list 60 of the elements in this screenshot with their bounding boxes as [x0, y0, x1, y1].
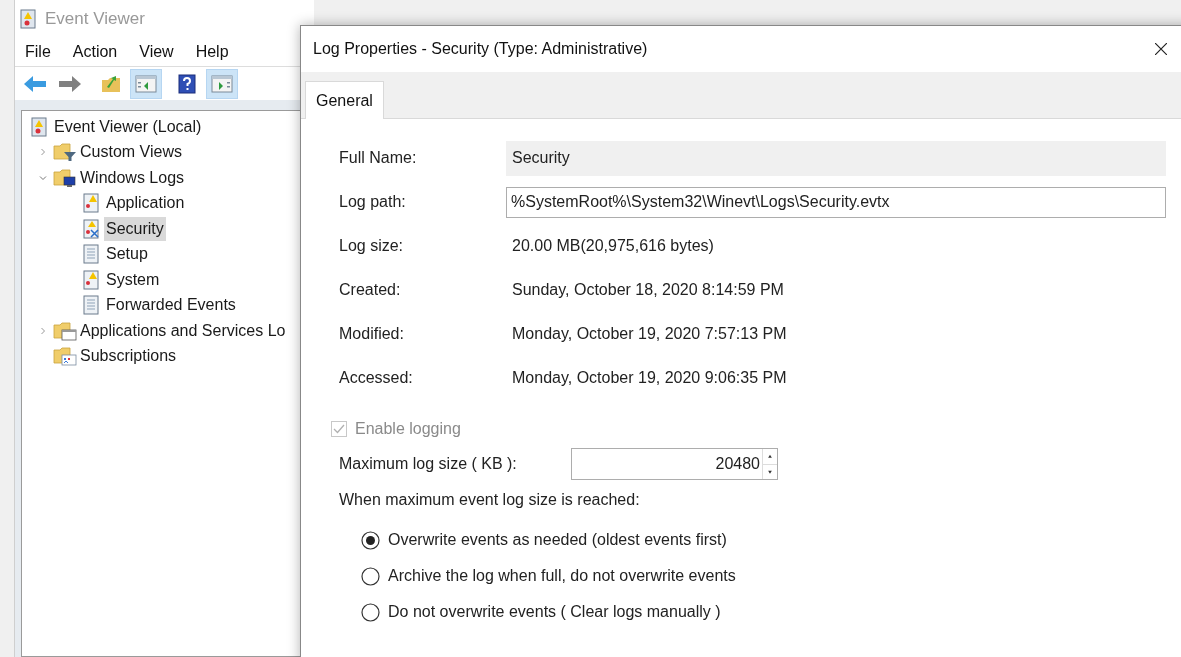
log-book-icon [30, 116, 48, 137]
pane-left-icon [135, 74, 157, 93]
log-key-icon [82, 218, 100, 239]
field-label: Log path: [339, 192, 407, 212]
tab[interactable]: General [305, 81, 384, 119]
forward-arrow-icon [59, 75, 81, 92]
tree-item[interactable]: Setup [104, 242, 150, 267]
menu-item[interactable]: Help [195, 40, 229, 64]
folder-filter-icon [53, 142, 77, 163]
help-icon [178, 73, 196, 94]
log-warning-icon [82, 269, 100, 290]
tree-item[interactable]: System [104, 267, 162, 292]
folder-monitor-icon [53, 167, 77, 188]
back-arrow-icon [24, 75, 46, 92]
readonly-field: Security [506, 140, 1166, 176]
menu-item[interactable]: View [139, 40, 174, 64]
tree-item[interactable]: Windows Logs [78, 165, 187, 190]
window-title: Event Viewer [45, 8, 145, 31]
tree-item[interactable]: Application [104, 191, 187, 216]
radio-button[interactable] [361, 530, 380, 550]
field-label: Maximum log size ( KB ): [339, 454, 518, 474]
radio-button[interactable] [361, 602, 380, 622]
log-book-icon [19, 9, 37, 29]
log-page-icon [82, 244, 100, 265]
folder-calendar-icon [53, 346, 77, 367]
field-label: Full Name: [339, 148, 418, 168]
tree-item[interactable]: Security [104, 216, 166, 241]
menu-item[interactable]: File [25, 40, 51, 64]
input-field[interactable]: %SystemRoot%\System32\Winevt\Logs\Security.evtx [506, 186, 1166, 218]
radio-button[interactable] [361, 566, 380, 586]
menu-item[interactable]: Action [72, 40, 118, 64]
field-label: Created: [339, 280, 402, 300]
pane-right-icon [211, 74, 233, 93]
tree-item[interactable]: Subscriptions [78, 344, 179, 369]
field-label: Modified: [339, 324, 405, 344]
radio-label: Overwrite events as needed (oldest events first) [388, 530, 727, 550]
radio-label: Archive the log when full, do not overwrite events [388, 566, 736, 586]
checkbox-label: Enable logging [355, 419, 461, 439]
field-value: 20.00 MB(20,975,616 bytes) [511, 236, 715, 256]
log-warning-icon [82, 193, 100, 214]
folder-window-icon [53, 320, 77, 341]
dialog-title: Log Properties - Security (Type: Administrative) [313, 39, 648, 59]
collapsed-chevron-icon[interactable] [39, 326, 47, 335]
policy-label: When maximum event log size is reached: [339, 490, 641, 510]
spin-field[interactable]: 20480 [571, 448, 778, 480]
expanded-chevron-icon[interactable] [39, 173, 47, 182]
field-label: Accessed: [339, 368, 414, 388]
field-value: Sunday, October 18, 2020 8:14:59 PM [511, 280, 785, 300]
field-value: Monday, October 19, 2020 9:06:35 PM [511, 368, 788, 388]
collapsed-chevron-icon[interactable] [39, 148, 47, 157]
tree-item[interactable]: Forwarded Events [104, 293, 238, 318]
log-page-icon [82, 295, 100, 316]
tree-item[interactable]: Applications and Services Lo [78, 318, 288, 343]
folder-arrow-icon [101, 74, 121, 93]
tree-item[interactable]: Event Viewer (Local) [52, 114, 204, 139]
field-label: Log size: [339, 236, 405, 256]
field-value: Monday, October 19, 2020 7:57:13 PM [511, 324, 788, 344]
close-icon[interactable] [1155, 43, 1167, 55]
radio-label: Do not overwrite events ( Clear logs manually ) [388, 602, 721, 622]
tree-item[interactable]: Custom Views [78, 140, 184, 165]
